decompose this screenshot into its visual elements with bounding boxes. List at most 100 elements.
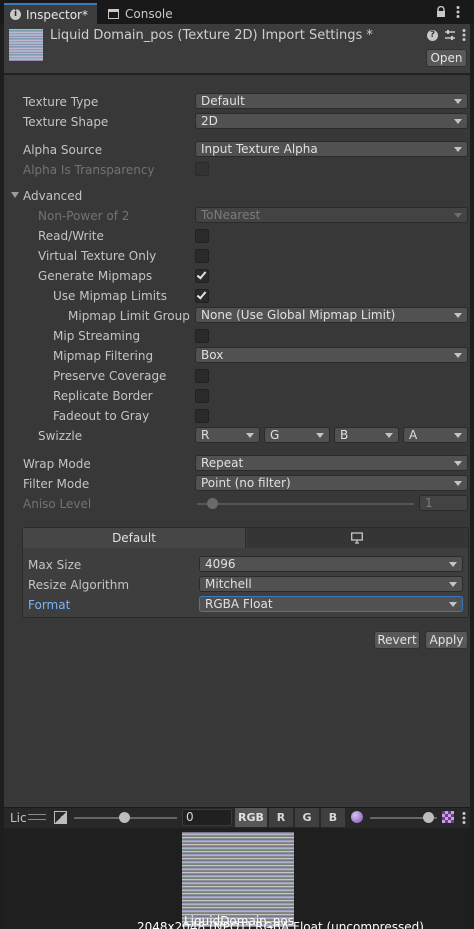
alpha-toggle-icon[interactable] xyxy=(54,811,67,824)
replicate-border-label: Replicate Border xyxy=(53,389,153,403)
r-channel-button[interactable]: R xyxy=(269,808,293,827)
generate-mipmaps-checkbox[interactable] xyxy=(195,269,209,283)
chevron-down-icon xyxy=(454,313,462,318)
aniso-level-label: Aniso Level xyxy=(23,497,92,511)
read-write-checkbox[interactable] xyxy=(195,229,209,243)
tab-default[interactable]: Default xyxy=(23,528,246,548)
format-label: Format xyxy=(28,598,71,612)
preset-icon[interactable] xyxy=(444,29,456,41)
max-size-value: 4096 xyxy=(205,557,236,571)
mip-slider-thumb[interactable] xyxy=(119,812,130,823)
window-tab-bar: i Inspector* Console xyxy=(0,0,474,24)
chevron-down-icon xyxy=(454,147,462,152)
swizzle-b-dropdown[interactable]: B xyxy=(334,427,399,443)
chevron-down-icon xyxy=(454,481,462,486)
mipmap-filtering-dropdown[interactable]: Box xyxy=(195,347,468,363)
revert-button[interactable]: Revert xyxy=(374,631,420,649)
aniso-level-slider-track[interactable] xyxy=(197,503,414,505)
preserve-coverage-checkbox[interactable] xyxy=(195,369,209,383)
use-mipmap-limits-checkbox[interactable] xyxy=(195,289,209,303)
max-size-label: Max Size xyxy=(28,558,82,572)
chevron-down-icon xyxy=(246,433,254,438)
advanced-foldout-label[interactable]: Advanced xyxy=(23,188,82,204)
swizzle-b-value: B xyxy=(340,428,349,442)
aniso-level-field[interactable]: 1 xyxy=(419,495,468,511)
mipmap-filtering-label: Mipmap Filtering xyxy=(53,349,154,363)
non-power-of-2-label: Non-Power of 2 xyxy=(38,209,130,223)
preview-title: Lic xyxy=(10,811,27,825)
mipmap-limit-group-dropdown[interactable]: None (Use Global Mipmap Limit) xyxy=(195,307,468,323)
chevron-down-icon xyxy=(449,602,457,607)
format-dropdown[interactable]: RGBA Float xyxy=(199,596,463,612)
mipmap-limit-group-label: Mipmap Limit Group xyxy=(68,309,190,323)
filter-mode-value: Point (no filter) xyxy=(201,476,291,490)
apply-button[interactable]: Apply xyxy=(425,631,468,649)
texture-type-label: Texture Type xyxy=(23,95,99,109)
tab-console[interactable]: Console xyxy=(104,3,184,24)
wrap-mode-dropdown[interactable]: Repeat xyxy=(195,455,468,471)
non-power-of-2-dropdown[interactable]: ToNearest xyxy=(195,207,468,223)
header-title: Liquid Domain_pos (Texture 2D) Import Se… xyxy=(50,28,373,43)
chevron-down-icon xyxy=(454,461,462,466)
material-sphere-icon[interactable] xyxy=(351,811,363,823)
format-value: RGBA Float xyxy=(205,597,273,611)
more-options-icon[interactable] xyxy=(462,28,466,42)
texture-shape-dropdown[interactable]: 2D xyxy=(195,113,468,129)
mip-streaming-checkbox[interactable] xyxy=(195,329,209,343)
mip-streaming-label: Mip Streaming xyxy=(53,329,141,343)
inspector-header: Liquid Domain_pos (Texture 2D) Import Se… xyxy=(4,24,470,74)
checkmark-icon xyxy=(196,289,207,300)
chevron-down-icon xyxy=(449,582,457,587)
texture-shape-value: 2D xyxy=(201,114,218,128)
swizzle-a-dropdown[interactable]: A xyxy=(403,427,468,443)
exposure-slider-thumb[interactable] xyxy=(423,812,434,823)
preview-toolbar: Lic 0 RGB R G B xyxy=(4,807,470,828)
more-options-icon[interactable] xyxy=(462,811,466,825)
texture-thumbnail xyxy=(9,29,43,61)
non-power-of-2-value: ToNearest xyxy=(201,208,261,222)
filter-mode-dropdown[interactable]: Point (no filter) xyxy=(195,475,468,491)
alpha-source-value: Input Texture Alpha xyxy=(201,142,318,156)
foldout-arrow-icon[interactable] xyxy=(11,192,19,198)
tab-standalone[interactable] xyxy=(247,528,468,548)
chevron-down-icon xyxy=(454,99,462,104)
max-size-dropdown[interactable]: 4096 xyxy=(199,556,463,572)
fadeout-to-gray-checkbox[interactable] xyxy=(195,409,209,423)
alpha-source-dropdown[interactable]: Input Texture Alpha xyxy=(195,141,468,157)
tab-default-label: Default xyxy=(112,531,156,545)
read-write-label: Read/Write xyxy=(38,229,104,243)
more-options-icon[interactable] xyxy=(456,5,460,19)
resize-algorithm-value: Mitchell xyxy=(205,577,252,591)
alpha-is-transparency-label: Alpha Is Transparency xyxy=(23,163,155,177)
texture-type-dropdown[interactable]: Default xyxy=(195,93,468,109)
swizzle-r-dropdown[interactable]: R xyxy=(195,427,260,443)
checker-background-icon[interactable] xyxy=(442,811,454,823)
chevron-down-icon xyxy=(385,433,393,438)
rgb-toggle-button[interactable]: RGB xyxy=(235,808,267,827)
resize-algorithm-label: Resize Algorithm xyxy=(28,578,130,592)
replicate-border-checkbox[interactable] xyxy=(195,389,209,403)
lock-icon[interactable] xyxy=(436,5,446,18)
virtual-texture-only-label: Virtual Texture Only xyxy=(38,249,157,263)
tab-inspector[interactable]: i Inspector* xyxy=(4,3,97,24)
drag-handle-icon[interactable] xyxy=(28,814,46,820)
mipmap-limit-group-value: None (Use Global Mipmap Limit) xyxy=(201,308,396,322)
help-icon[interactable]: ? xyxy=(427,30,438,41)
wrap-mode-value: Repeat xyxy=(201,456,244,470)
texture-preview-area: LiquidDomain_pos 2048x2048 (NPOT) RGBA F… xyxy=(4,828,470,929)
wrap-mode-label: Wrap Mode xyxy=(23,457,91,471)
alpha-is-transparency-checkbox[interactable] xyxy=(195,162,209,176)
mip-level-field[interactable]: 0 xyxy=(182,809,232,826)
resize-algorithm-dropdown[interactable]: Mitchell xyxy=(199,576,463,592)
aniso-level-slider-thumb[interactable] xyxy=(207,498,218,509)
g-channel-button[interactable]: G xyxy=(295,808,319,827)
filter-mode-label: Filter Mode xyxy=(23,477,90,491)
mipmap-filtering-value: Box xyxy=(201,348,224,362)
virtual-texture-only-checkbox[interactable] xyxy=(195,249,209,263)
b-channel-button[interactable]: B xyxy=(321,808,345,827)
preview-texture-info: 2048x2048 (NPOT) RGBA Float (uncompresse… xyxy=(137,920,424,929)
swizzle-g-dropdown[interactable]: G xyxy=(264,427,330,443)
info-icon: i xyxy=(10,9,21,20)
texture-type-value: Default xyxy=(201,94,245,108)
open-button[interactable]: Open xyxy=(426,49,467,67)
